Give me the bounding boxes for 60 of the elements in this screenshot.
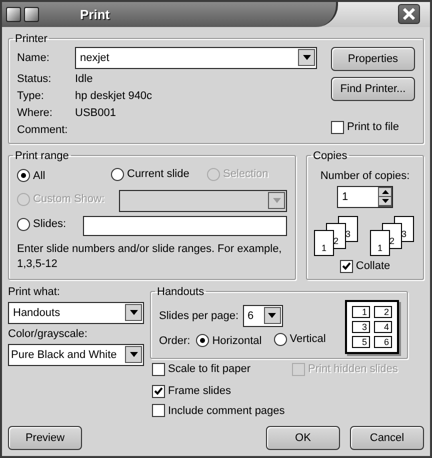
dialog-button[interactable]: OK	[266, 426, 340, 450]
minimize-icon[interactable]	[24, 6, 39, 22]
check-icon	[342, 262, 351, 270]
slides-per-page-dropdown[interactable]: 6	[242, 304, 282, 326]
field-label: Name:	[17, 52, 50, 64]
caret-icon	[130, 310, 138, 315]
radio-button[interactable]: Horizontal	[196, 334, 262, 347]
field-label: Comment:	[17, 122, 69, 136]
field-label: Slides per page:	[159, 310, 238, 322]
slides-field[interactable]	[83, 216, 287, 236]
slide-number: 3	[352, 320, 370, 332]
radio-button[interactable]: All	[17, 169, 46, 182]
slide-number: 2	[374, 306, 392, 318]
page-icon: 1	[314, 230, 334, 256]
checkbox[interactable]: Scale to fit paper	[152, 362, 251, 376]
radio-button[interactable]: Current slide	[111, 168, 190, 180]
checkbox[interactable]: Frame slides	[152, 384, 231, 398]
field-label: Status:	[17, 72, 52, 86]
page-icon: 1	[370, 230, 390, 256]
checkbox[interactable]: Collate	[340, 260, 390, 272]
dialog-button[interactable]: Preview	[8, 426, 82, 450]
field-label: Print what:	[8, 286, 61, 298]
color-dropdown[interactable]: Pure Black and White	[8, 344, 144, 366]
field-value: hp deskjet 940c	[75, 90, 154, 102]
close-button[interactable]	[398, 4, 420, 24]
caret-icon	[272, 198, 280, 203]
print-what-dropdown[interactable]: Handouts	[8, 302, 144, 324]
window-icon[interactable]	[6, 6, 21, 22]
radio-button[interactable]: Slides:	[17, 218, 66, 230]
field-label: Type:	[17, 88, 45, 102]
check-icon	[154, 387, 163, 395]
field-label: Order:	[159, 334, 190, 346]
slide-number: 1	[352, 306, 370, 318]
custom-show-dropdown[interactable]	[118, 190, 287, 212]
hint-text: Enter slide numbers and/or slide ranges. For example, 1,3,5-12	[17, 242, 283, 272]
slide-number: 4	[374, 320, 392, 332]
field-label: Where:	[17, 106, 54, 120]
caret-icon	[130, 352, 138, 357]
slide-number: 5	[352, 336, 370, 348]
field-label: Color/grayscale:	[8, 328, 88, 340]
dialog-button[interactable]: Properties	[331, 46, 415, 70]
field-label: Number of copies:	[320, 170, 410, 182]
printer-name-dropdown[interactable]: nexjet	[75, 46, 317, 68]
checkbox[interactable]: Print to file	[331, 120, 399, 134]
group-title: Copies	[313, 150, 348, 162]
caret-icon	[268, 313, 276, 318]
field-value: Idle	[75, 72, 94, 84]
group-title: Printer	[15, 32, 48, 44]
copies-spinner[interactable]: 1	[337, 186, 393, 208]
window-title: Print	[80, 6, 110, 22]
close-icon	[402, 7, 416, 22]
radio-button[interactable]: Vertical	[274, 332, 326, 346]
caret-icon	[302, 55, 310, 60]
group-title: Print range	[15, 150, 69, 162]
checkbox[interactable]: Include comment pages	[152, 404, 285, 417]
dialog-button[interactable]: Cancel	[350, 426, 424, 450]
slide-number: 6	[374, 336, 392, 348]
dialog-button[interactable]: Find Printer...	[331, 76, 415, 100]
group-title: Handouts	[157, 286, 204, 298]
field-value: USB001	[75, 106, 117, 118]
